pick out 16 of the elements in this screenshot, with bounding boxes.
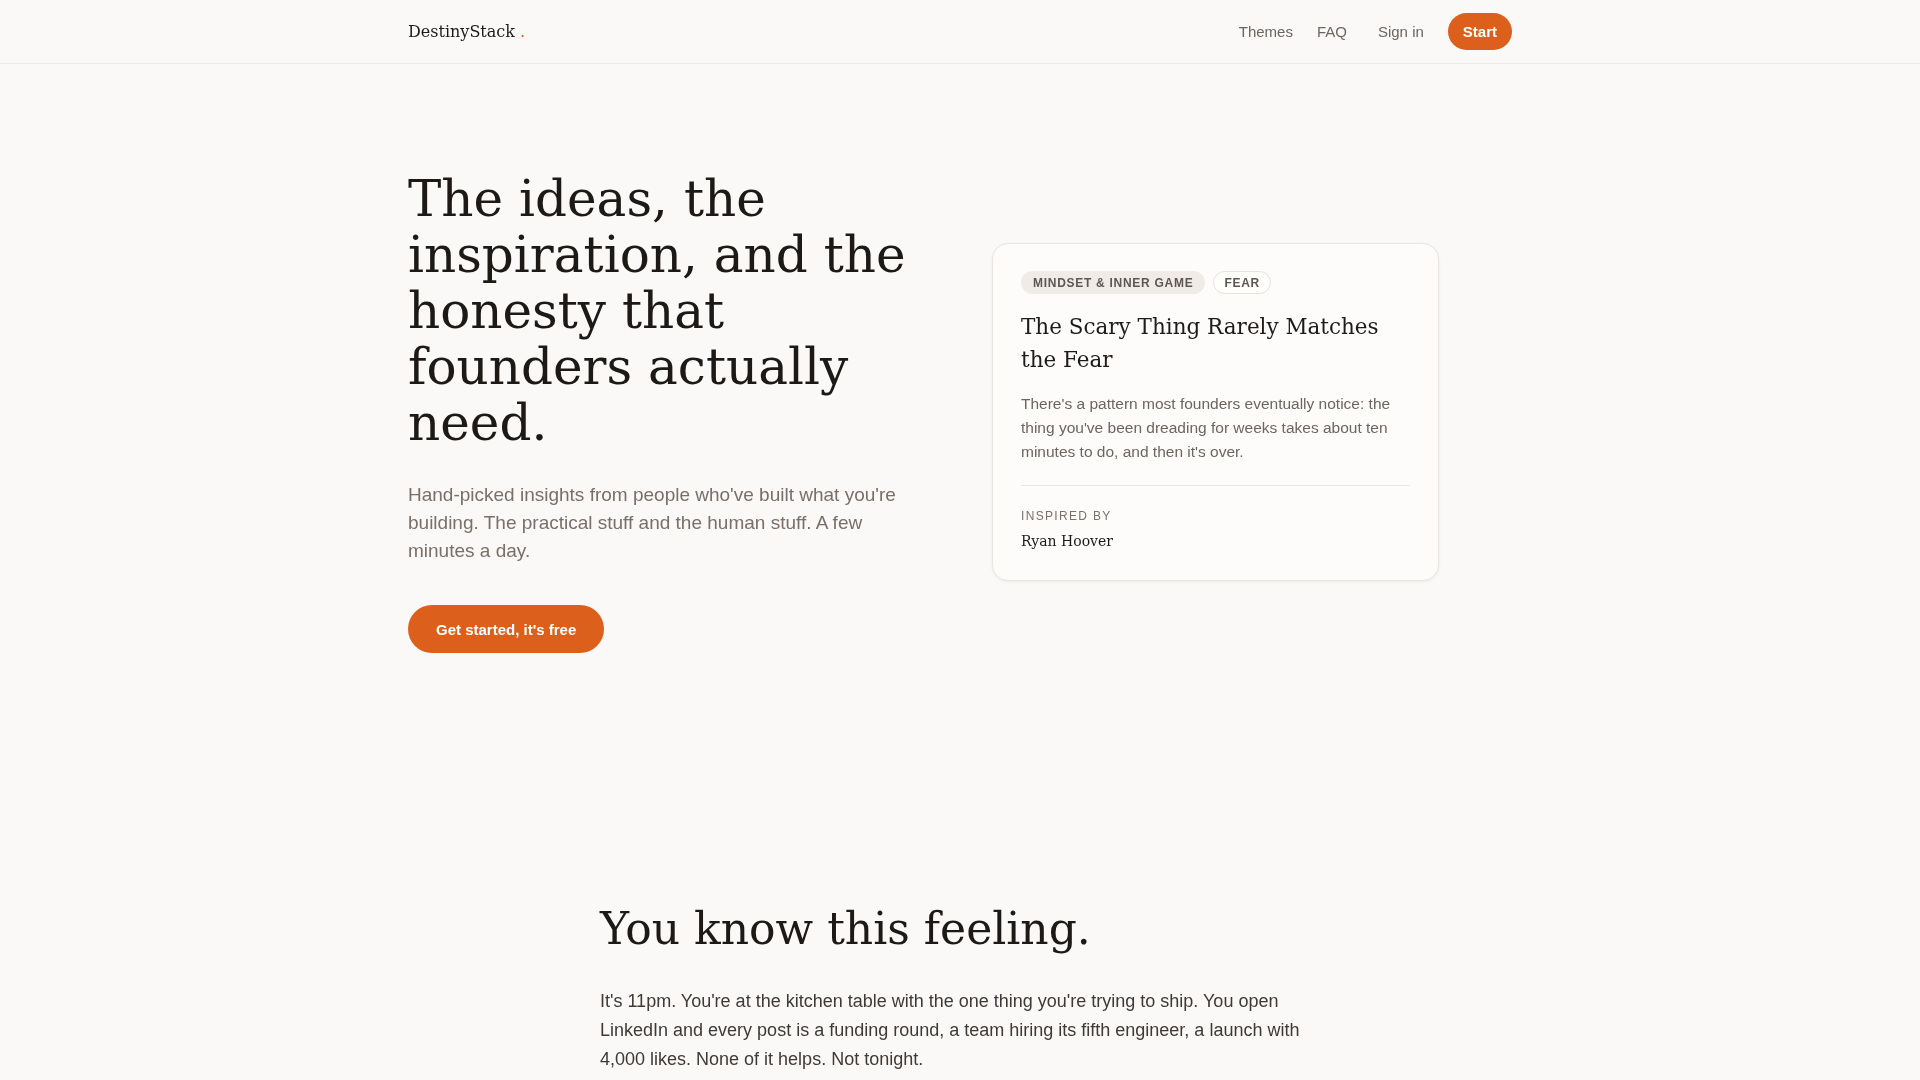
nav-link[interactable]: FAQ [1316, 23, 1347, 40]
get-started-button[interactable]: Get started, it's free [408, 605, 605, 653]
hero-heading: The ideas, the inspiration, and the honesty that founders actually need. [408, 171, 907, 451]
sign-in-link[interactable]: Sign in [1377, 23, 1424, 40]
nav-link[interactable]: Themes [1238, 23, 1293, 40]
hero-subtitle: Hand-picked insights from people who've built what you're building. The practical stuff and the human stuff. A few minutes a day. [408, 483, 897, 563]
section-paragraph: It's 11pm. You're at the kitchen table with the one thing you're trying to ship. You open LinkedIn and every post is a funding round, a team hiring its fifth engineer, a launch with 4,000 likes. None of it helps. Not tonight. [600, 990, 1301, 1071]
start-button[interactable]: Start [1447, 13, 1512, 50]
card-title: The Scary Thing Rarely Matches the Fear [1021, 313, 1380, 374]
section-heading: You know this feeling. [600, 903, 1092, 954]
card-excerpt: There's a pattern most founders eventually notice: the thing you've been dreading for weeks takes about ten minutes to do, and then it's over. [1021, 394, 1392, 462]
credit-label: INSPIRED BY [1021, 508, 1113, 524]
logo-link[interactable]: DestinyStack . [408, 22, 526, 41]
tag: MINDSET & INNER GAME [1021, 271, 1206, 294]
credit-name: Ryan Hoover [1021, 532, 1114, 551]
tag: FEAR [1213, 271, 1271, 294]
